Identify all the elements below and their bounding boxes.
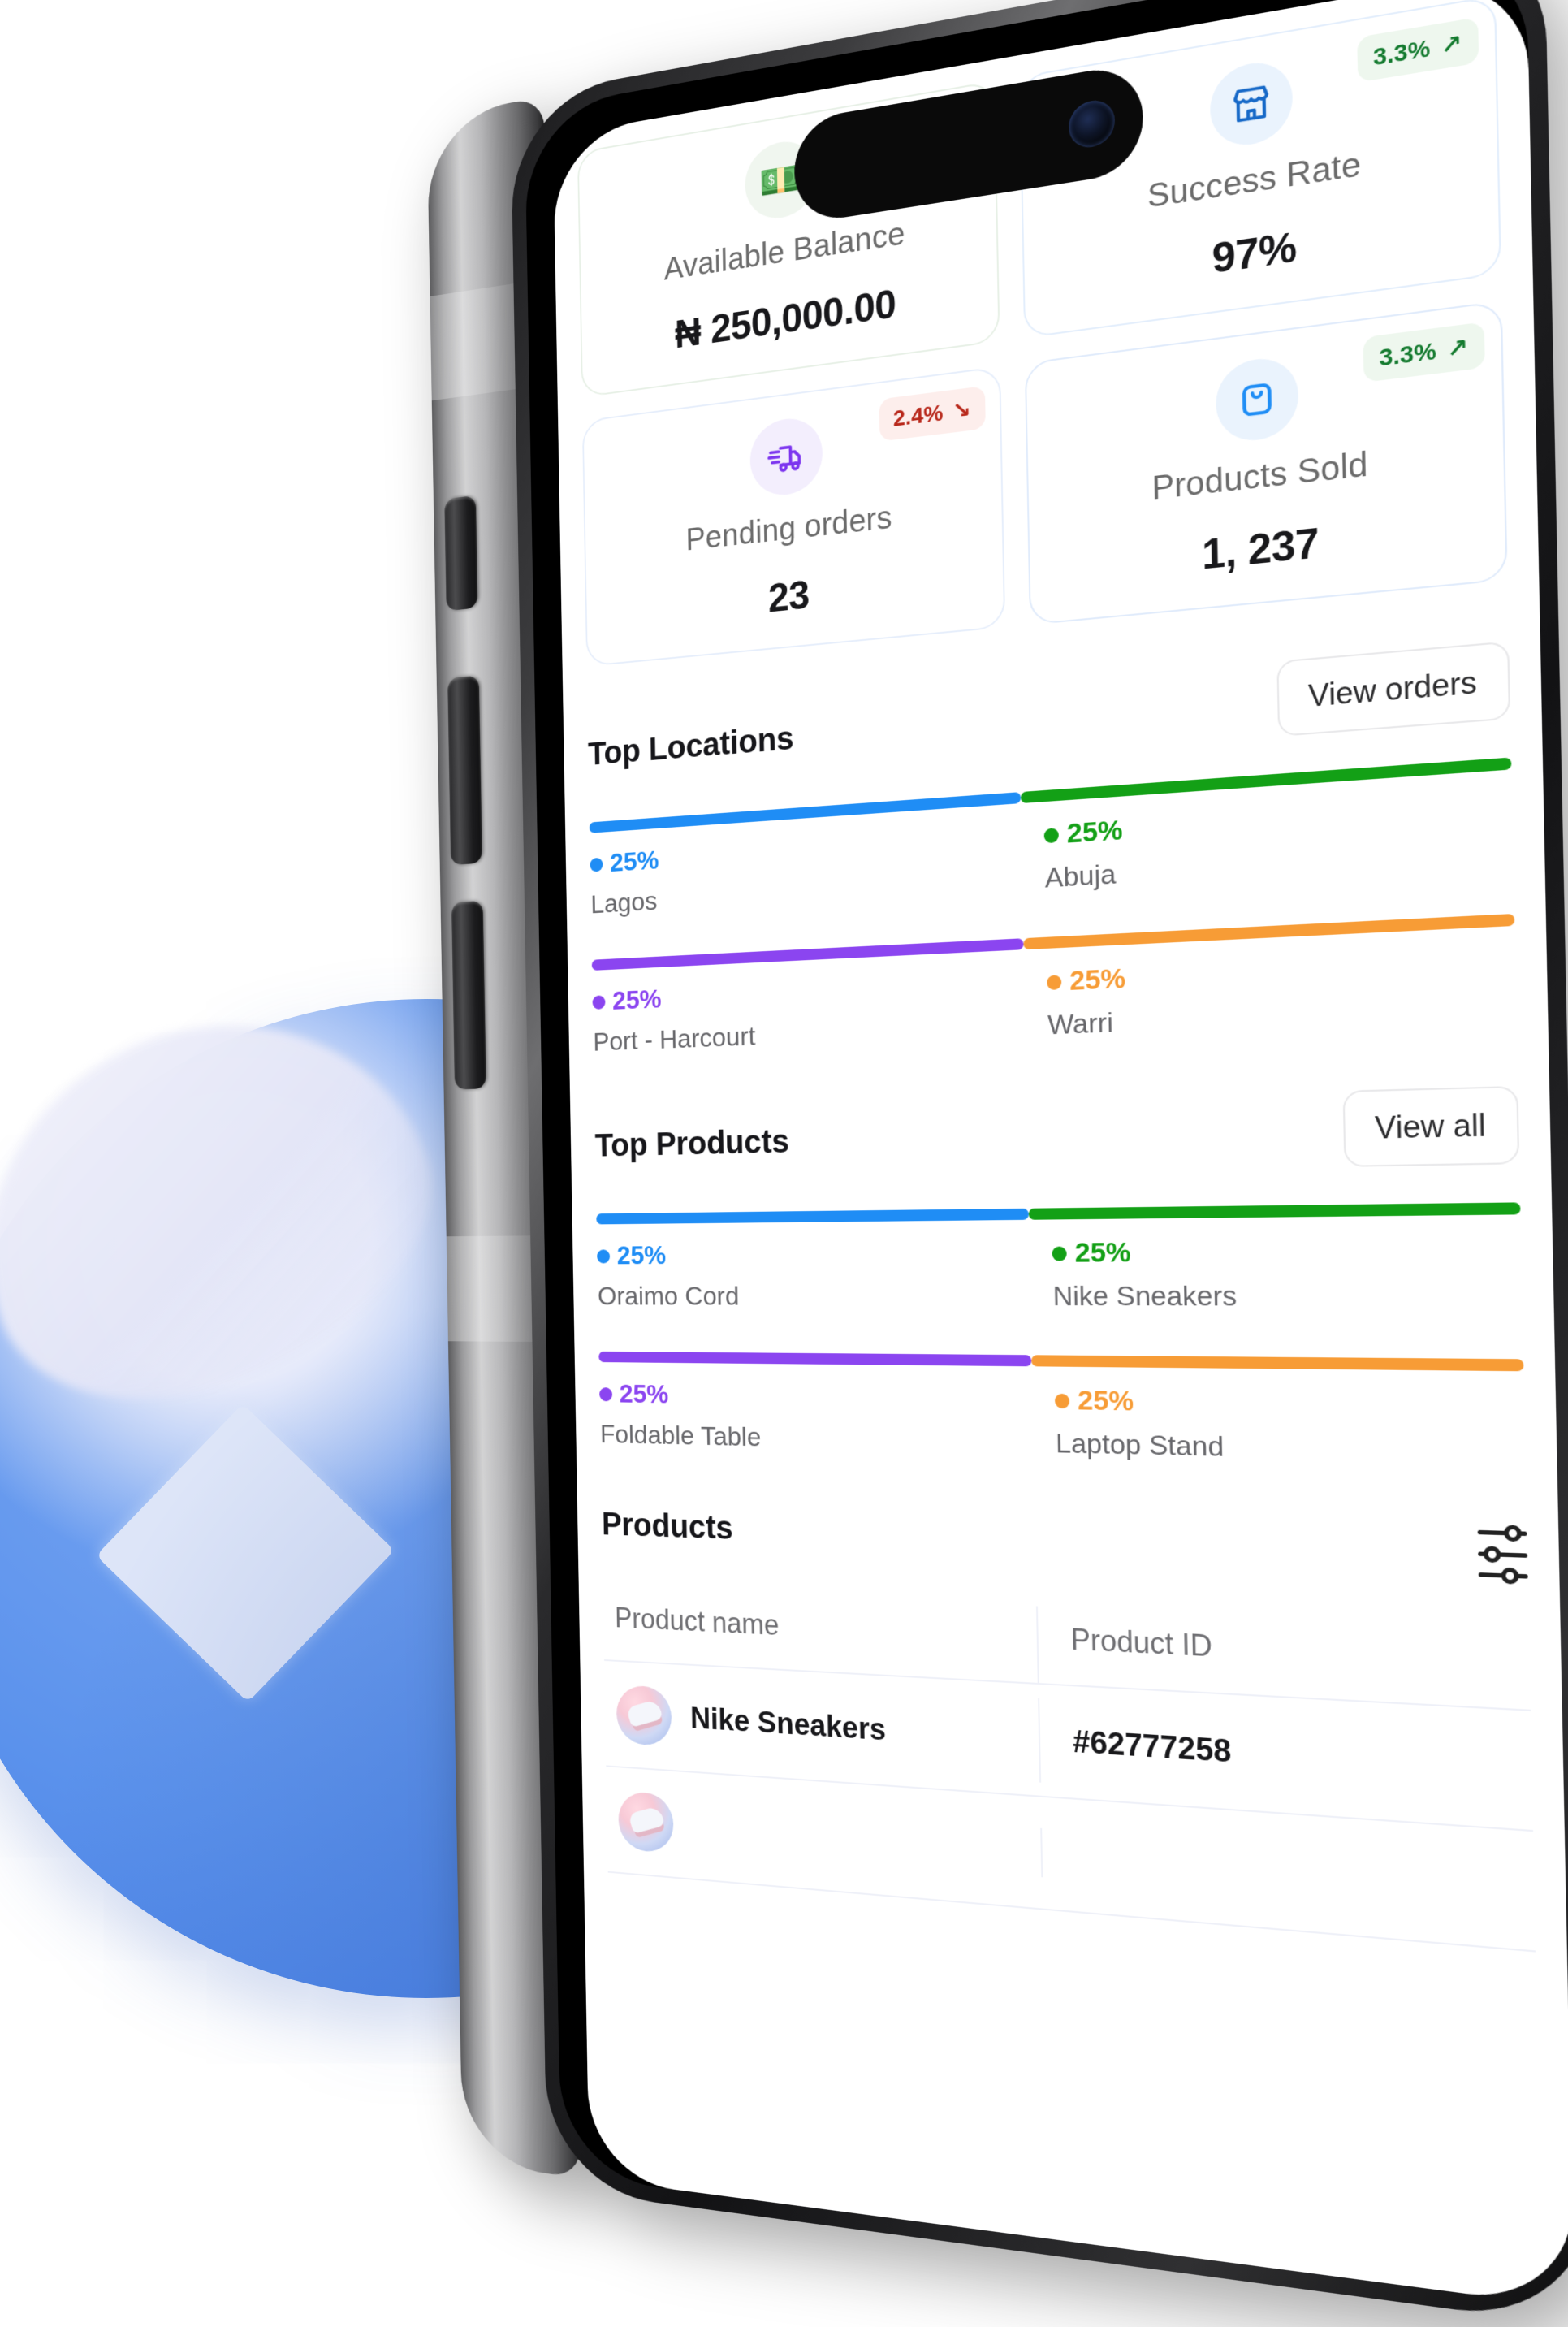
page-title-products: Products xyxy=(601,1505,733,1546)
page-title-top-products: Top Products xyxy=(594,1122,790,1164)
dashboard-app: 💵 Available Balance ₦ 250,000.00 3.3% ↗ xyxy=(553,0,1568,2308)
bar-segment-abuja[interactable]: 25% Abuja xyxy=(1020,757,1514,896)
legend-dot-icon xyxy=(1043,827,1059,843)
view-orders-button[interactable]: View orders xyxy=(1276,641,1511,737)
action-button[interactable] xyxy=(444,495,478,612)
trend-value: 3.3% xyxy=(1372,34,1431,71)
view-all-button[interactable]: View all xyxy=(1342,1085,1520,1167)
stat-value: 23 xyxy=(767,572,810,621)
legend-dot-icon xyxy=(1047,974,1062,990)
stat-label: Pending orders xyxy=(685,500,893,558)
delivery-truck-icon xyxy=(749,414,823,499)
legend-dot-icon xyxy=(1052,1246,1067,1261)
bar-line xyxy=(596,1208,1029,1225)
product-name-text: Nike Sneakers xyxy=(689,1702,887,1747)
bar-percent: 25% xyxy=(592,967,1024,1017)
page-title-top-locations: Top Locations xyxy=(587,719,794,772)
top-locations-bars: 25% Lagos 25% Abuja 25% Port - Harcourt … xyxy=(589,757,1517,1058)
stat-label: Available Balance xyxy=(663,215,905,288)
bar-label: Warri xyxy=(1047,1006,1114,1041)
section-top-products: Top Products View all 25% Oraimo Cord 25… xyxy=(594,1085,1526,1471)
stat-card-pending-orders[interactable]: 2.4% ↘ Pending orders 23 xyxy=(581,365,1006,667)
bar-segment-lagos[interactable]: 25% Lagos xyxy=(589,792,1023,920)
trend-down-arrow-icon: ↘ xyxy=(952,396,972,424)
bar-percent-value: 25% xyxy=(1074,1236,1131,1269)
bar-label: Port - Harcourt xyxy=(593,1021,756,1058)
stat-label: Products Sold xyxy=(1151,446,1369,507)
bar-percent-value: 25% xyxy=(619,1379,669,1410)
bar-line xyxy=(1023,913,1515,950)
bar-segment-nike-sneakers[interactable]: 25% Nike Sneakers xyxy=(1028,1202,1523,1313)
trend-up-arrow-icon: ↗ xyxy=(1441,29,1462,60)
stat-label: Success Rate xyxy=(1147,145,1362,215)
bar-label: Laptop Stand xyxy=(1055,1428,1225,1464)
front-camera-icon xyxy=(1068,97,1116,151)
cell-product-id: #62777258 xyxy=(1038,1698,1533,1816)
bar-percent-value: 25% xyxy=(611,984,662,1016)
bar-segment-foldable-table[interactable]: 25% Foldable Table xyxy=(598,1351,1033,1460)
bar-segment-oraimo-cord[interactable]: 25% Oraimo Cord xyxy=(596,1208,1030,1313)
bar-row: 25% Port - Harcourt 25% Warri xyxy=(591,913,1517,1058)
bar-segment-laptop-stand[interactable]: 25% Laptop Stand xyxy=(1031,1355,1526,1470)
top-products-bars: 25% Oraimo Cord 25% Nike Sneakers 25% Fo… xyxy=(596,1202,1526,1470)
phone-frame: 💵 Available Balance ₦ 250,000.00 3.3% ↗ xyxy=(510,0,1568,2327)
bar-line xyxy=(591,938,1024,971)
bar-percent-value: 25% xyxy=(1077,1385,1134,1417)
section-top-locations: Top Locations View orders 25% Lagos 25% … xyxy=(587,641,1516,1058)
stat-card-products-sold[interactable]: 3.3% ↗ Products Sold 1, 237 xyxy=(1024,300,1508,625)
phone-bezel: 💵 Available Balance ₦ 250,000.00 3.3% ↗ xyxy=(524,0,1568,2308)
bar-percent-value: 25% xyxy=(609,845,659,878)
bar-segment-port-harcourt[interactable]: 25% Port - Harcourt xyxy=(591,938,1026,1058)
bar-label: Nike Sneakers xyxy=(1052,1280,1238,1313)
sliders-filter-icon[interactable] xyxy=(1477,1525,1528,1585)
legend-dot-icon xyxy=(592,994,606,1010)
bar-row: 25% Oraimo Cord 25% Nike Sneakers xyxy=(596,1202,1523,1313)
stat-value: 97% xyxy=(1212,223,1298,283)
trend-value: 2.4% xyxy=(892,399,944,431)
bar-percent-value: 25% xyxy=(1066,814,1123,850)
status-badge-success-rate: 3.3% ↗ xyxy=(1356,17,1479,83)
phone-screen: 💵 Available Balance ₦ 250,000.00 3.3% ↗ xyxy=(552,0,1568,2308)
stat-value: ₦ 250,000.00 xyxy=(674,281,896,357)
section-products-table: Products Product name Product ID Nike Sn… xyxy=(602,1503,1536,1953)
bar-segment-warri[interactable]: 25% Warri xyxy=(1023,913,1517,1042)
trend-value: 3.3% xyxy=(1379,336,1436,371)
legend-dot-icon xyxy=(599,1386,613,1401)
legend-dot-icon xyxy=(597,1248,611,1264)
trend-up-arrow-icon: ↗ xyxy=(1446,333,1469,363)
top-products-header: Top Products View all xyxy=(594,1085,1520,1180)
products-table-header: Products xyxy=(601,1503,1528,1585)
bar-line xyxy=(1031,1355,1524,1372)
product-thumbnail-icon xyxy=(618,1790,674,1854)
volume-up-button[interactable] xyxy=(447,675,482,866)
cell-product-id xyxy=(1040,1827,1536,1918)
bar-percent: 25% xyxy=(599,1379,1033,1417)
phone-device: 💵 Available Balance ₦ 250,000.00 3.3% ↗ xyxy=(426,0,1568,2327)
storefront-icon xyxy=(1209,57,1294,151)
status-badge-products-sold: 3.3% ↗ xyxy=(1363,322,1485,383)
status-badge-pending-orders: 2.4% ↘ xyxy=(879,385,986,442)
product-thumbnail-icon xyxy=(616,1685,672,1747)
volume-down-button[interactable] xyxy=(451,900,486,1090)
bar-percent-value: 25% xyxy=(616,1240,667,1270)
bar-row: 25% Foldable Table 25% Laptop Stand xyxy=(598,1351,1526,1471)
shopping-bag-icon xyxy=(1215,354,1299,445)
legend-dot-icon xyxy=(590,857,603,872)
stat-value: 1, 237 xyxy=(1201,519,1320,578)
legend-dot-icon xyxy=(1054,1393,1070,1408)
bar-percent-value: 25% xyxy=(1069,962,1126,997)
bar-percent: 25% xyxy=(597,1238,1030,1271)
bar-line xyxy=(598,1351,1032,1367)
phone-mockup-scene: 💵 Available Balance ₦ 250,000.00 3.3% ↗ xyxy=(0,0,1568,2327)
bar-percent: 25% xyxy=(1052,1234,1522,1269)
bar-line xyxy=(1028,1202,1521,1220)
bar-percent: 25% xyxy=(1054,1385,1525,1425)
bar-label: Foldable Table xyxy=(599,1419,762,1453)
bar-percent: 25% xyxy=(1047,945,1516,998)
bar-label: Oraimo Cord xyxy=(597,1281,740,1312)
bar-row: 25% Lagos 25% Abuja xyxy=(589,757,1514,920)
